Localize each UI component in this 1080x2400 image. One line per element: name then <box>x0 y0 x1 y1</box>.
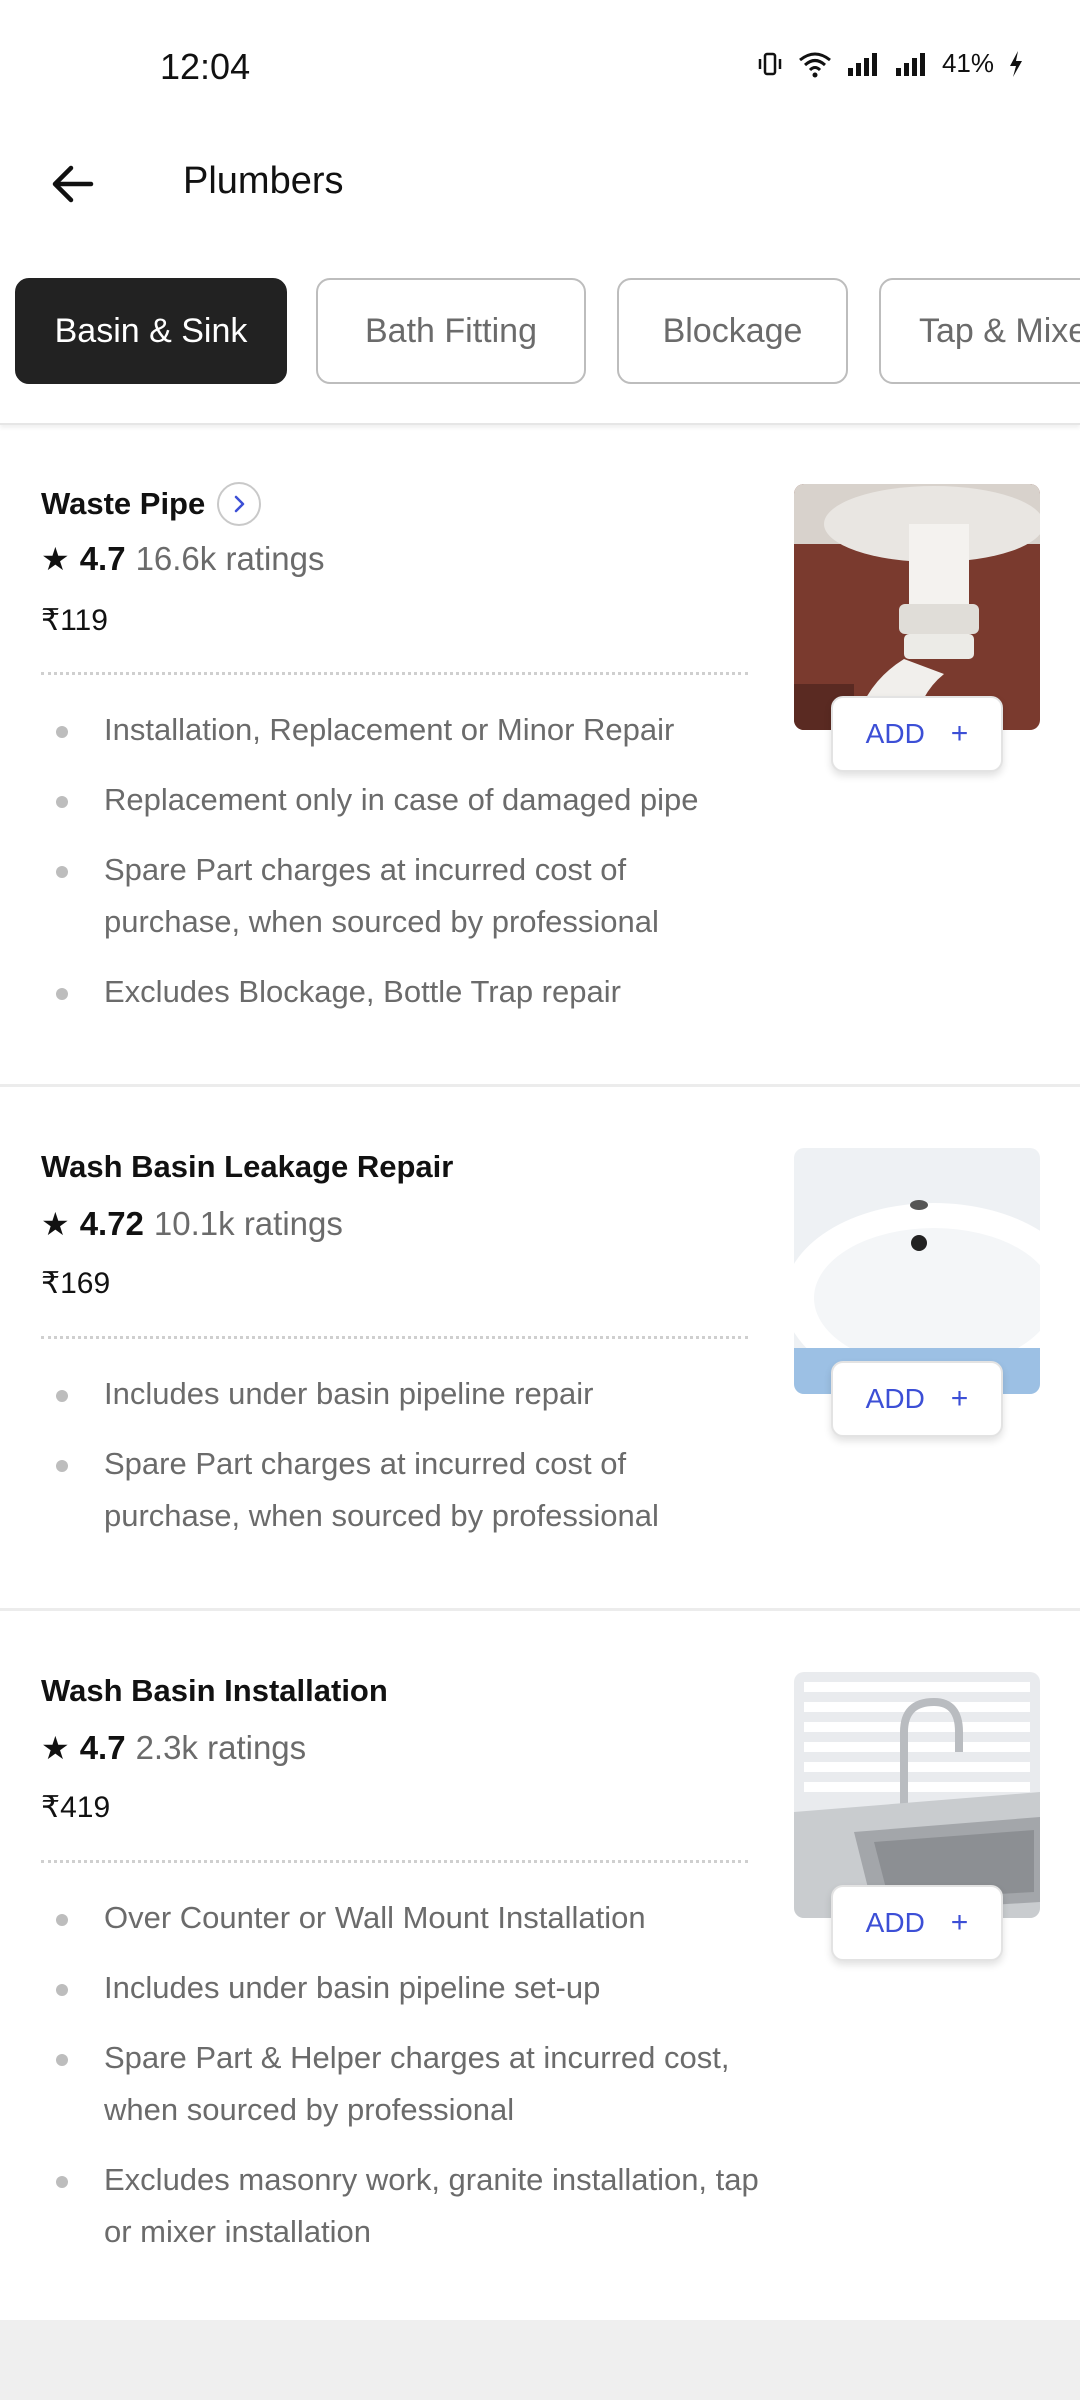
rating-value: 4.72 <box>79 1205 144 1242</box>
header: Plumbers <box>0 130 1080 240</box>
service-bullets: Includes under basin pipeline repair Spa… <box>41 1368 761 1560</box>
bullet-item: Spare Part charges at incurred cost of p… <box>41 844 761 948</box>
service-title-row: Waste Pipe <box>41 482 262 526</box>
bullet-item: Includes under basin pipeline set-up <box>41 1962 761 2014</box>
arrow-left-icon <box>52 165 94 203</box>
bullet-item: Replacement only in case of damaged pipe <box>41 774 761 826</box>
tab-bath-fitting[interactable]: Bath Fitting <box>316 278 586 384</box>
plus-icon: + <box>950 1382 969 1415</box>
service-title: Wash Basin Leakage Repair <box>41 1149 454 1184</box>
rating-row: ★ 4.72 10.1k ratings <box>41 1205 343 1243</box>
page-title: Plumbers <box>183 160 344 202</box>
add-button[interactable]: ADD + <box>831 1885 1003 1961</box>
service-title-row: Wash Basin Leakage Repair <box>41 1149 453 1185</box>
service-details-button[interactable] <box>217 482 262 526</box>
signal-icon-1 <box>846 50 880 78</box>
status-bar: 12:04 41% <box>0 0 1080 130</box>
tab-basin-sink[interactable]: Basin & Sink <box>15 278 287 384</box>
service-bullets: Over Counter or Wall Mount Installation … <box>41 1892 761 2276</box>
wifi-icon <box>798 50 832 78</box>
add-label: ADD <box>865 1907 925 1938</box>
section-divider <box>0 1084 1080 1087</box>
category-tabs: Basin & Sink Bath Fitting Blockage Tap &… <box>0 240 1080 425</box>
tab-blockage[interactable]: Blockage <box>617 278 848 384</box>
dotted-divider <box>41 672 748 675</box>
chevron-right-icon <box>234 495 245 513</box>
section-divider <box>0 1608 1080 1611</box>
service-price: ₹419 <box>41 1791 111 1824</box>
service-image-waste-pipe <box>794 484 1040 730</box>
rating-row: ★ 4.7 2.3k ratings <box>41 1729 306 1767</box>
bullet-item: Spare Part & Helper charges at incurred … <box>41 2032 761 2136</box>
plus-icon: + <box>950 717 969 750</box>
charging-icon <box>1008 50 1024 78</box>
star-icon: ★ <box>41 1206 70 1242</box>
status-icons: 41% <box>756 48 1024 79</box>
bullet-item: Installation, Replacement or Minor Repai… <box>41 704 761 756</box>
add-label: ADD <box>865 718 925 749</box>
star-icon: ★ <box>41 1730 70 1766</box>
add-button[interactable]: ADD + <box>831 1361 1003 1437</box>
dotted-divider <box>41 1336 748 1339</box>
vibrate-icon <box>756 50 784 78</box>
footer-band <box>0 2320 1080 2400</box>
rating-value: 4.7 <box>79 1729 126 1766</box>
ratings-count: 10.1k ratings <box>153 1205 343 1242</box>
service-title: Waste Pipe <box>41 486 206 521</box>
service-price: ₹169 <box>41 1267 111 1300</box>
bullet-item: Over Counter or Wall Mount Installation <box>41 1892 761 1944</box>
battery-percent: 41% <box>941 48 994 78</box>
bullet-item: Includes under basin pipeline repair <box>41 1368 761 1420</box>
service-title: Wash Basin Installation <box>41 1673 388 1708</box>
service-title-row: Wash Basin Installation <box>41 1673 388 1709</box>
add-label: ADD <box>865 1383 925 1414</box>
back-button[interactable] <box>40 152 104 216</box>
add-button[interactable]: ADD + <box>831 696 1003 772</box>
ratings-count: 2.3k ratings <box>135 1729 307 1766</box>
ratings-count: 16.6k ratings <box>135 540 325 577</box>
bullet-item: Spare Part charges at incurred cost of p… <box>41 1438 761 1542</box>
rating-value: 4.7 <box>79 540 126 577</box>
service-bullets: Installation, Replacement or Minor Repai… <box>41 704 761 1036</box>
service-image-wash-basin <box>794 1148 1040 1394</box>
tab-tap-mixer[interactable]: Tap & Mixe <box>879 278 1080 384</box>
rating-row: ★ 4.7 16.6k ratings <box>41 540 325 578</box>
bullet-item: Excludes masonry work, granite installat… <box>41 2154 761 2258</box>
bullet-item: Excludes Blockage, Bottle Trap repair <box>41 966 761 1018</box>
service-image-basin-installation <box>794 1672 1040 1918</box>
status-time: 12:04 <box>160 46 251 87</box>
signal-icon-2 <box>894 50 928 78</box>
dotted-divider <box>41 1860 748 1863</box>
service-price: ₹119 <box>41 604 108 637</box>
plus-icon: + <box>950 1906 969 1939</box>
star-icon: ★ <box>41 541 70 577</box>
